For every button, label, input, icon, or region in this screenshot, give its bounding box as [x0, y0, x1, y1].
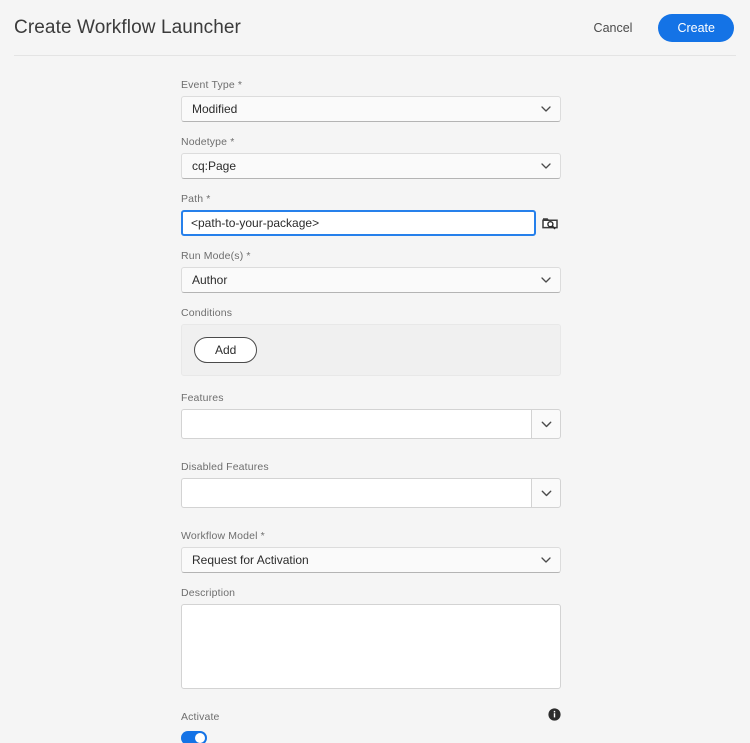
chevron-down-icon	[541, 163, 551, 169]
field-workflow-model: Workflow Model * Request for Activation	[181, 530, 561, 573]
chevron-down-icon	[541, 106, 551, 112]
field-description: Description	[181, 587, 561, 694]
workflow-model-value: Request for Activation	[192, 553, 309, 567]
nodetype-value: cq:Page	[192, 159, 237, 173]
event-type-value: Modified	[192, 102, 238, 116]
chevron-down-icon	[541, 557, 551, 563]
description-textarea[interactable]	[181, 604, 561, 689]
path-row	[181, 210, 561, 236]
event-type-label: Event Type *	[181, 79, 243, 91]
create-workflow-launcher-page: Create Workflow Launcher Cancel Create E…	[0, 0, 750, 743]
run-modes-select[interactable]: Author	[181, 267, 561, 293]
run-modes-label: Run Mode(s) *	[181, 250, 251, 262]
activate-label-row: Activate	[181, 708, 561, 726]
path-input[interactable]	[181, 210, 536, 236]
header-divider	[14, 55, 736, 56]
field-activate: Activate	[181, 708, 561, 743]
disabled-features-label: Disabled Features	[181, 461, 269, 473]
activate-info-icon[interactable]	[548, 708, 561, 726]
folder-search-icon[interactable]	[539, 210, 561, 236]
launcher-form: Event Type * Modified Nodetype * cq:Page…	[181, 79, 561, 743]
features-chevron-down-icon[interactable]	[531, 409, 561, 439]
field-run-modes: Run Mode(s) * Author	[181, 250, 561, 293]
description-label: Description	[181, 587, 236, 599]
disabled-features-input[interactable]	[181, 478, 531, 508]
run-modes-value: Author	[192, 273, 228, 287]
activate-label: Activate	[181, 711, 220, 723]
field-conditions: Conditions Add	[181, 307, 561, 376]
workflow-model-select[interactable]: Request for Activation	[181, 547, 561, 573]
field-path: Path *	[181, 193, 561, 236]
page-header: Create Workflow Launcher Cancel Create	[0, 0, 750, 55]
field-nodetype: Nodetype * cq:Page	[181, 136, 561, 179]
page-title: Create Workflow Launcher	[14, 16, 241, 38]
features-input[interactable]	[181, 409, 531, 439]
field-event-type: Event Type * Modified	[181, 79, 561, 122]
event-type-select[interactable]: Modified	[181, 96, 561, 122]
toggle-knob	[195, 733, 205, 743]
path-label: Path *	[181, 193, 211, 205]
header-actions: Cancel Create	[584, 13, 734, 42]
activate-toggle[interactable]	[181, 731, 207, 743]
disabled-features-combobox	[181, 478, 561, 508]
field-features: Features	[181, 392, 561, 439]
nodetype-label: Nodetype *	[181, 136, 235, 148]
create-button[interactable]: Create	[658, 13, 734, 42]
chevron-down-icon	[541, 277, 551, 283]
cancel-button[interactable]: Cancel	[584, 15, 643, 41]
workflow-model-label: Workflow Model *	[181, 530, 265, 542]
features-label: Features	[181, 392, 224, 404]
nodetype-select[interactable]: cq:Page	[181, 153, 561, 179]
field-disabled-features: Disabled Features	[181, 461, 561, 508]
disabled-features-chevron-down-icon[interactable]	[531, 478, 561, 508]
conditions-label: Conditions	[181, 307, 233, 319]
features-combobox	[181, 409, 561, 439]
add-condition-button[interactable]: Add	[194, 337, 258, 363]
form-scroll-area: Event Type * Modified Nodetype * cq:Page…	[0, 55, 750, 743]
conditions-panel: Add	[181, 324, 561, 376]
